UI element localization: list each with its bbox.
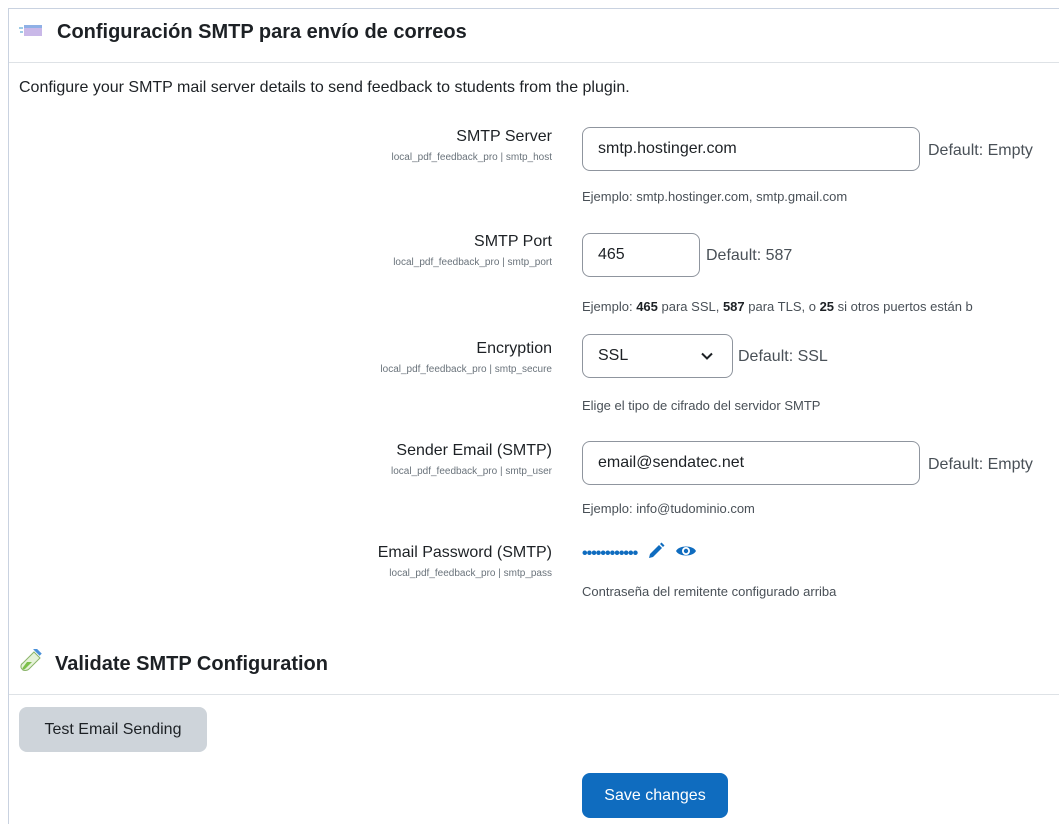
encryption-default: Default: SSL [738,348,828,365]
pencil-icon[interactable] [647,542,665,565]
section-title: Validate SMTP Configuration [55,652,328,675]
encryption-select[interactable]: SSL [582,334,733,378]
smtp-port-input[interactable]: 465 [582,233,700,277]
smtp-server-help: Ejemplo: smtp.hostinger.com, smtp.gmail.… [582,189,848,204]
password-help: Contraseña del remitente configurado arr… [582,584,837,599]
smtp-port-default: Default: 587 [706,247,793,264]
sender-email-input[interactable]: email@sendatec.net [582,441,920,485]
intro-text: Configure your SMTP mail server details … [19,79,630,96]
smtp-server-input[interactable]: smtp.hostinger.com [582,127,920,171]
smtp-server-label: SMTP Server local_pdf_feedback_pro | smt… [391,128,552,163]
section-smtp-header: Configuración SMTP para envío de correos [19,19,467,45]
password-field: •••••••••••• [582,542,697,565]
sender-email-help: Ejemplo: info@tudominio.com [582,501,755,516]
test-email-button[interactable]: Test Email Sending [19,707,207,752]
password-dots: •••••••••••• [582,544,638,562]
settings-page: Configuración SMTP para envío de correos… [8,8,1059,824]
encryption-label: Encryption local_pdf_feedback_pro | smtp… [380,340,552,375]
password-label: Email Password (SMTP) local_pdf_feedback… [377,544,552,579]
sender-email-label: Sender Email (SMTP) local_pdf_feedback_p… [390,442,552,477]
test-tube-icon [19,647,43,679]
save-changes-button[interactable]: Save changes [582,773,728,818]
divider [9,694,1059,695]
divider [9,62,1059,63]
encryption-help: Elige el tipo de cifrado del servidor SM… [582,398,821,413]
section-title: Configuración SMTP para envío de correos [57,20,467,43]
chevron-down-icon [700,349,714,368]
sender-email-default: Default: Empty [928,456,1033,473]
eye-icon[interactable] [675,542,697,565]
smtp-port-help: Ejemplo: 465 para SSL, 587 para TLS, o 2… [582,299,973,314]
envelope-icon [19,19,45,45]
smtp-server-default: Default: Empty [928,142,1033,159]
smtp-port-label: SMTP Port local_pdf_feedback_pro | smtp_… [393,233,552,268]
section-validate-header: Validate SMTP Configuration [19,647,328,679]
